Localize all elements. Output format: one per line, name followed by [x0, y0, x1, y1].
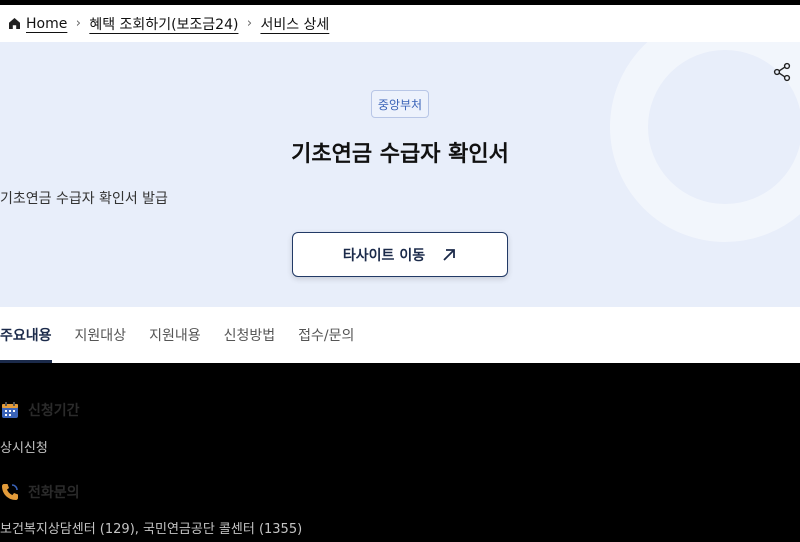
breadcrumb-home-label: Home [26, 15, 68, 32]
breadcrumb-benefit-search[interactable]: 혜택 조회하기(보조금24) [89, 14, 238, 34]
calendar-icon [2, 402, 18, 418]
external-site-button[interactable]: 타사이트 이동 [292, 232, 508, 277]
detail-tabs: 주요내용 지원대상 지원내용 신청방법 접수/문의 [0, 307, 800, 363]
breadcrumb-service-detail[interactable]: 서비스 상세 [260, 14, 329, 34]
main-content-panel: 신청기간 상시신청 전화문의 보건복지상담센터 (129), 국민연금공단 콜센… [0, 363, 800, 542]
application-period-heading: 신청기간 [0, 400, 80, 420]
phone-icon [2, 484, 18, 500]
application-period-label: 신청기간 [28, 403, 80, 419]
tab-contact[interactable]: 접수/문의 [298, 307, 354, 363]
phone-inquiry-value: 보건복지상담센터 (129), 국민연금공단 콜센터 (1355) [0, 522, 303, 537]
breadcrumb-home[interactable]: Home [8, 16, 67, 32]
arrow-up-right-icon [443, 248, 455, 261]
tab-eligibility[interactable]: 지원대상 [75, 307, 127, 363]
tab-main-content[interactable]: 주요내용 [0, 307, 52, 363]
share-icon[interactable] [772, 62, 792, 82]
external-site-label: 타사이트 이동 [342, 247, 426, 264]
phone-inquiry-label: 전화문의 [28, 485, 80, 501]
tab-support-content[interactable]: 지원내용 [149, 307, 201, 363]
tab-application-method[interactable]: 신청방법 [224, 307, 276, 363]
phone-inquiry-heading: 전화문의 [0, 482, 80, 502]
application-period-value: 상시신청 [0, 441, 48, 456]
breadcrumb: Home › 혜택 조회하기(보조금24) › 서비스 상세 [0, 5, 800, 42]
service-description: 기초연금 수급자 확인서 발급 [0, 191, 168, 207]
service-hero: 중앙부처 기초연금 수급자 확인서 기초연금 수급자 확인서 발급 타사이트 이… [0, 42, 800, 307]
chevron-right-icon: › [246, 16, 253, 31]
home-icon [9, 18, 20, 29]
page-title: 기초연금 수급자 확인서 [291, 142, 509, 167]
agency-badge: 중앙부처 [371, 90, 429, 118]
chevron-right-icon: › [75, 16, 81, 31]
